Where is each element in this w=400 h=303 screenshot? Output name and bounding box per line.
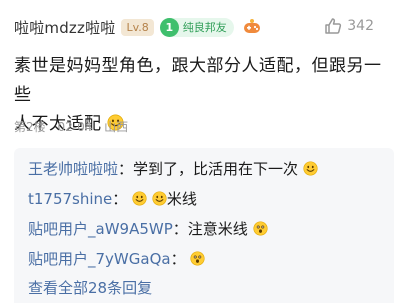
reply-username[interactable]: t1757shine	[28, 190, 112, 208]
level-badge: Lv.8	[121, 18, 154, 36]
reply-username[interactable]: 王老帅啦啦啦	[28, 160, 118, 178]
reply-username[interactable]: 贴吧用户_aW9A5WP	[28, 220, 173, 238]
post-location: 山西	[104, 120, 129, 134]
smile-emoji-icon	[132, 191, 147, 206]
smile-emoji-icon	[152, 191, 167, 206]
smile-emoji-icon	[303, 161, 318, 176]
username[interactable]: 啦啦mdzz啦啦	[14, 17, 115, 38]
post-meta: 第2楼 02-04 山西	[14, 118, 136, 135]
reply-username[interactable]: 贴吧用户_7yWGaQa	[28, 250, 171, 268]
floor-number: 第2楼	[14, 120, 46, 134]
reply-text: 注意米线	[187, 220, 248, 238]
reply-separator: ：	[170, 250, 186, 268]
shocked-emoji-icon	[253, 221, 268, 236]
reply-item[interactable]: 王老帅啦啦啦：学到了，比活用在下一次	[28, 154, 380, 184]
reply-item[interactable]: t1757shine： 米线	[28, 184, 380, 214]
reply-separator: ：	[172, 220, 188, 238]
reply-text: 米线	[166, 190, 197, 208]
reply-separator: ：	[118, 160, 134, 178]
like-count: 342	[347, 18, 374, 34]
reply-item[interactable]: 贴吧用户_aW9A5WP：注意米线	[28, 214, 380, 244]
fan-badge[interactable]: 1 纯良邦友	[159, 17, 234, 37]
reply-item[interactable]: 贴吧用户_7yWGaQa：	[28, 244, 380, 274]
view-all-replies-link[interactable]: 查看全部28条回复	[28, 274, 380, 302]
badge-number: 1	[159, 17, 179, 37]
post-header: 啦啦mdzz啦啦 Lv.8 1 纯良邦友 342	[14, 12, 386, 42]
reply-separator: ：	[112, 190, 128, 208]
post-date: 02-04	[57, 120, 93, 134]
badge-label: 纯良邦友	[182, 21, 227, 34]
like-button[interactable]: 342	[323, 16, 374, 36]
shocked-emoji-icon	[190, 251, 205, 266]
content-line-1: 素世是妈妈型角色，跟大部分人适配，但跟另一些	[14, 56, 382, 105]
thumbs-up-icon	[325, 18, 342, 34]
reply-text: 学到了，比活用在下一次	[133, 160, 299, 178]
replies-box: 王老帅啦啦啦：学到了，比活用在下一次 t1757shine： 米线 贴吧用户_a…	[14, 148, 394, 303]
gamepad-icon	[243, 19, 260, 33]
